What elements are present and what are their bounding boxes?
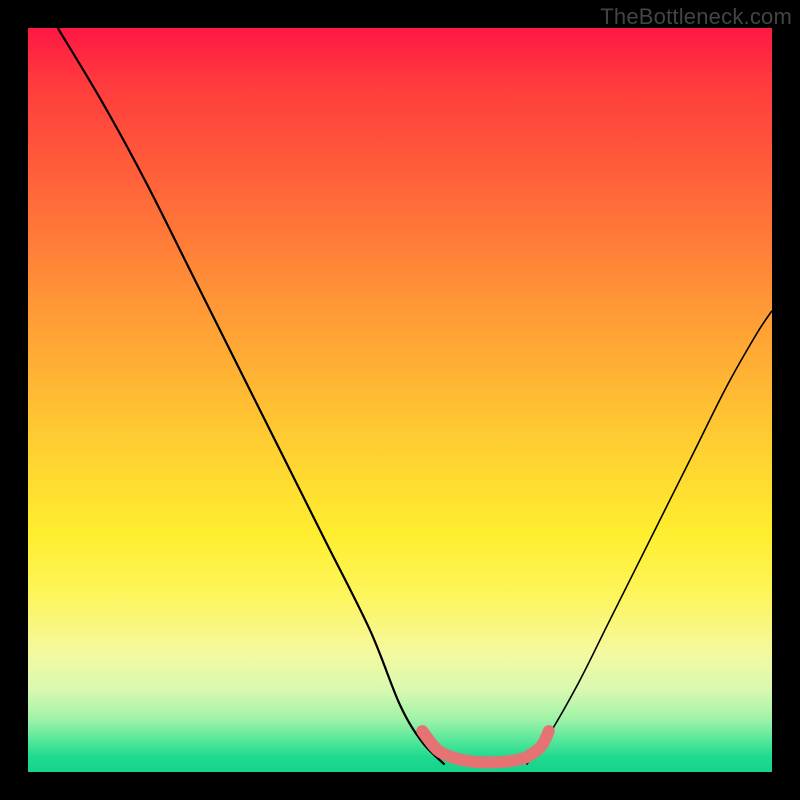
chart-frame: TheBottleneck.com bbox=[0, 0, 800, 800]
chart-svg bbox=[28, 28, 772, 772]
bottom-pink-path bbox=[422, 731, 549, 762]
plot-area bbox=[28, 28, 772, 772]
watermark-text: TheBottleneck.com bbox=[600, 4, 792, 30]
left-curve-path bbox=[58, 28, 445, 765]
right-curve-path bbox=[527, 311, 773, 765]
